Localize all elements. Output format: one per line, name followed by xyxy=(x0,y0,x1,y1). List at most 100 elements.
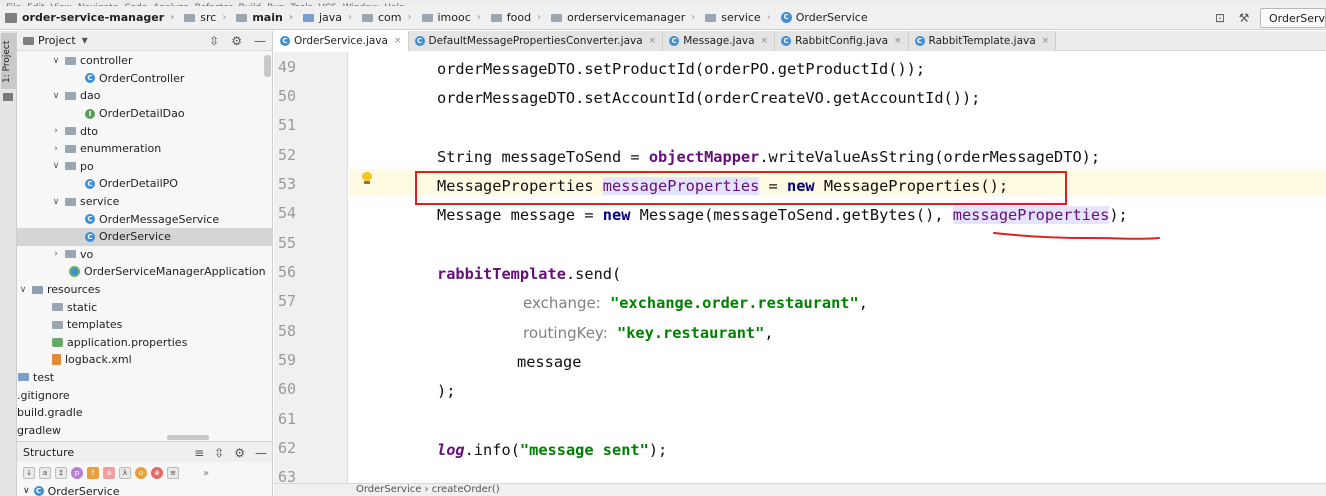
class-icon: C xyxy=(780,12,792,23)
autoscroll-icon[interactable]: ⊗ xyxy=(151,467,163,479)
tree-item-test[interactable]: test xyxy=(17,369,272,387)
chevron-down-icon[interactable]: ∨ xyxy=(51,56,61,66)
line-number: 58 xyxy=(278,322,297,340)
package-icon xyxy=(490,13,502,22)
sort-by-visibility-icon[interactable]: ↓ xyxy=(23,467,35,479)
tree-item-dto[interactable]: › dto xyxy=(17,122,272,140)
breadcrumb-src[interactable]: src › xyxy=(179,6,231,30)
code-line-54: Message message = new Message(messageToS… xyxy=(437,206,1128,224)
collapse-all-icon[interactable]: ⇳ xyxy=(209,34,219,48)
breadcrumb-java[interactable]: java › xyxy=(298,6,357,30)
breadcrumb-com[interactable]: com › xyxy=(357,6,417,30)
show-properties-icon[interactable]: p xyxy=(71,467,83,479)
show-fields-icon[interactable]: f xyxy=(87,467,99,479)
show-anonymous-icon[interactable]: o xyxy=(135,467,147,479)
build-hammer-icon[interactable]: ⚒ xyxy=(1236,10,1252,26)
structure-panel-header: Structure ≡ ⇳ ⚙ — xyxy=(17,441,272,462)
tree-item-po[interactable]: ∨ po xyxy=(17,158,272,176)
breadcrumb-food[interactable]: food › xyxy=(486,6,546,30)
parameter-hint: exchange: xyxy=(523,294,601,312)
project-tool-tab[interactable]: 1: Project xyxy=(1,33,16,89)
breadcrumb-service[interactable]: service › xyxy=(700,6,775,30)
hide-icon[interactable]: — xyxy=(254,34,266,48)
tree-item-controller[interactable]: ∨ controller xyxy=(17,52,272,70)
close-icon[interactable]: × xyxy=(649,36,657,46)
tree-item-service[interactable]: ∨ service xyxy=(17,193,272,211)
chevron-right-icon[interactable]: › xyxy=(51,126,61,136)
tab-message-java[interactable]: C Message.java × xyxy=(663,31,776,51)
chevron-down-icon[interactable]: ∨ xyxy=(18,285,28,295)
class-icon: C xyxy=(85,214,95,225)
gear-icon[interactable]: ⚙ xyxy=(234,446,245,460)
run-configuration-selector[interactable]: OrderServ xyxy=(1260,8,1326,28)
code-editor[interactable]: 49 50 51 52 53 54 55 56 57 58 59 60 61 6… xyxy=(274,52,1326,486)
package-icon xyxy=(362,13,373,22)
tree-item-application-properties[interactable]: application.properties xyxy=(17,334,272,352)
tree-item-ordercontroller[interactable]: C OrderController xyxy=(17,70,272,88)
breadcrumb-project[interactable]: order-service-manager › xyxy=(0,6,179,30)
close-icon[interactable]: × xyxy=(894,36,902,46)
line-number: 55 xyxy=(278,234,297,252)
sort-alphabetically-icon[interactable]: a xyxy=(39,467,51,479)
project-structure-icon[interactable]: ⊡ xyxy=(1212,10,1228,26)
editor-breadcrumb[interactable]: OrderService › createOrder() xyxy=(274,483,1326,496)
gear-icon[interactable]: ⚙ xyxy=(231,34,242,48)
tree-item-orderservice[interactable]: C OrderService xyxy=(17,227,272,246)
breadcrumb-imooc[interactable]: imooc › xyxy=(417,6,486,30)
tab-defaultmessagepropertiesconverter-java[interactable]: C DefaultMessagePropertiesConverter.java × xyxy=(408,31,664,51)
class-icon: C xyxy=(85,73,95,84)
structure-root-item[interactable]: ∨ C OrderService xyxy=(17,484,272,496)
tree-item-logback-xml[interactable]: logback.xml xyxy=(17,351,272,369)
tree-item-vo[interactable]: › vo xyxy=(17,246,272,264)
tree-item-build-gradle[interactable]: build.gradle xyxy=(17,404,272,422)
line-number: 53 xyxy=(278,175,297,193)
tree-item-static[interactable]: static xyxy=(17,298,272,316)
class-icon: C xyxy=(85,178,95,189)
close-icon[interactable]: × xyxy=(1042,36,1050,46)
show-non-public-icon[interactable]: a xyxy=(103,467,115,479)
tree-item-ordermessageservice[interactable]: C OrderMessageService xyxy=(17,210,272,228)
collapse-all-icon[interactable]: ⇳ xyxy=(214,446,224,460)
xml-file-icon xyxy=(52,354,61,366)
tree-item-orderdetaildao[interactable]: I OrderDetailDao xyxy=(17,105,272,123)
project-view-selector[interactable]: Project ▼ xyxy=(23,34,88,47)
tab-rabbitconfig-java[interactable]: C RabbitConfig.java × xyxy=(775,31,909,51)
tree-item-dao[interactable]: ∨ dao xyxy=(17,87,272,105)
chevron-right-icon[interactable]: › xyxy=(51,144,61,154)
chevron-down-icon[interactable]: ∨ xyxy=(51,91,61,101)
interface-icon: I xyxy=(85,108,95,119)
tree-item-orderdetailpo[interactable]: C OrderDetailPO xyxy=(17,175,272,193)
close-icon[interactable]: × xyxy=(761,36,769,46)
chevron-down-icon[interactable]: ∨ xyxy=(23,486,30,496)
breadcrumb-orderservice[interactable]: C OrderService xyxy=(776,6,873,30)
package-icon xyxy=(421,13,433,22)
close-icon[interactable]: × xyxy=(394,36,402,46)
folder-icon xyxy=(236,13,248,22)
expand-all-icon[interactable]: ≡ xyxy=(194,446,204,460)
vertical-scrollbar[interactable] xyxy=(264,55,271,77)
tree-item-enummeration[interactable]: › enummeration xyxy=(17,140,272,158)
hide-icon[interactable]: — xyxy=(255,446,267,460)
lightbulb-icon[interactable] xyxy=(362,172,372,184)
breadcrumb-orderservicemanager[interactable]: orderservicemanager › xyxy=(546,6,700,30)
tree-item-orderservicemanagerapplication[interactable]: OrderServiceManagerApplication xyxy=(17,263,272,281)
breadcrumb-main[interactable]: main › xyxy=(231,6,298,30)
chevron-down-icon[interactable]: ∨ xyxy=(51,197,61,207)
chevron-down-icon[interactable]: ∨ xyxy=(51,161,61,171)
horizontal-scrollbar[interactable] xyxy=(167,435,209,440)
line-number-gutter[interactable]: 49 50 51 52 53 54 55 56 57 58 59 60 61 6… xyxy=(274,52,348,486)
package-icon xyxy=(65,56,76,65)
chevron-right-icon[interactable]: › xyxy=(51,249,61,259)
more-icon[interactable]: » xyxy=(203,468,209,479)
tab-rabbittemplate-java[interactable]: C RabbitTemplate.java × xyxy=(908,31,1057,51)
tree-item-gradlew[interactable]: gradlew xyxy=(17,421,272,439)
tree-item-gitignore[interactable]: .gitignore xyxy=(17,386,272,404)
tree-item-resources[interactable]: ∨ resources xyxy=(17,281,272,299)
expand-icon[interactable]: ≡ xyxy=(167,467,179,479)
tab-orderservice-java[interactable]: C OrderService.java × xyxy=(274,31,409,51)
show-inherited-icon[interactable]: ↥ xyxy=(55,467,67,479)
tree-item-templates[interactable]: templates xyxy=(17,316,272,334)
class-icon: C xyxy=(781,36,792,46)
show-lambdas-icon[interactable]: λ xyxy=(119,467,131,479)
code-line-60: ); xyxy=(437,382,456,400)
